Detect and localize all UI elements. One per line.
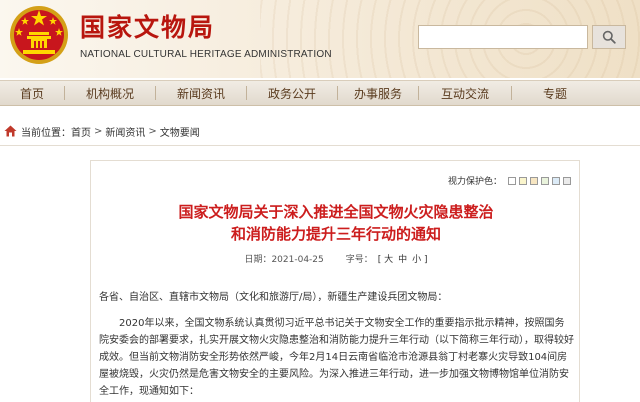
font-size-small[interactable]: 小 ] [412,252,427,265]
eye-color-swatch[interactable] [563,176,571,185]
breadcrumb-separator: > [94,125,103,137]
article-body: 各省、自治区、直辖市文物局（文化和旅游厅/局），新疆生产建设兵团文物局： 202… [99,289,574,400]
eye-color-swatch[interactable] [508,176,516,185]
home-icon [4,125,17,137]
article-title-line-2: 和消防能力提升三年行动的通知 [230,225,441,243]
eye-protection-label: 视力保护色： [447,177,502,187]
article-date: 日期：2021-04-25 [244,255,324,265]
eye-color-swatch[interactable] [519,176,527,185]
eye-color-swatch[interactable] [552,176,560,185]
breadcrumb-news[interactable]: 新闻资讯 [105,124,145,139]
search-button[interactable] [592,25,626,49]
nav-item-government-affairs[interactable]: 政务公开 [247,85,337,102]
article-card: 视力保护色： 国家文物局关于深入推进全国文物火灾隐患整治 和消防能力提升三年行动… [90,160,580,402]
site-header: 国家文物局 NATIONAL CULTURAL HERITAGE ADMINIS… [0,0,640,78]
font-size-medium[interactable]: 中 [398,252,407,265]
eye-protection-colors: 视力保护色： [448,174,571,187]
breadcrumb-prefix: 当前位置： [21,127,71,139]
breadcrumb-separator: > [148,125,157,137]
font-size-controls: 字号： [ 大 中 小 ] [346,252,428,265]
nav-item-home[interactable]: 首页 [0,85,64,102]
nav-item-topics[interactable]: 专题 [512,85,598,102]
nav-item-news[interactable]: 新闻资讯 [156,85,246,102]
site-title: 国家文物局 [80,13,216,42]
article-meta: 日期：2021-04-25 字号： [ 大 中 小 ] [91,252,581,265]
eye-color-swatch[interactable] [541,176,549,185]
nav-item-about[interactable]: 机构概况 [65,85,155,102]
breadcrumb-home[interactable]: 首页 [71,124,91,139]
nav-item-services[interactable]: 办事服务 [338,85,418,102]
breadcrumb-cultural-relics-news[interactable]: 文物要闻 [160,124,200,139]
article-title-line-1: 国家文物局关于深入推进全国文物火灾隐患整治 [178,203,494,221]
article-paragraph: 2020年以来，全国文物系统认真贯彻习近平总书记关于文物安全工作的重要指示批示精… [99,315,574,400]
font-size-large[interactable]: [ 大 [378,252,393,265]
article-salutation: 各省、自治区、直辖市文物局（文化和旅游厅/局），新疆生产建设兵团文物局： [99,292,448,303]
font-size-label: 字号： [345,255,373,265]
breadcrumb-divider [0,145,640,146]
breadcrumb: 当前位置： 首页 > 新闻资讯 > 文物要闻 [4,124,200,139]
nav-item-interaction[interactable]: 互动交流 [419,85,511,102]
site-subtitle: NATIONAL CULTURAL HERITAGE ADMINISTRATIO… [80,49,332,60]
search-icon [602,30,616,44]
article-paragraph-text: 2020年以来，全国文物系统认真贯彻习近平总书记关于文物安全工作的重要指示批示精… [99,318,574,397]
main-nav: 首页 机构概况 新闻资讯 政务公开 办事服务 互动交流 专题 [0,80,640,106]
national-emblem-icon [10,6,68,64]
eye-color-swatch[interactable] [530,176,538,185]
search-input[interactable] [418,25,588,49]
